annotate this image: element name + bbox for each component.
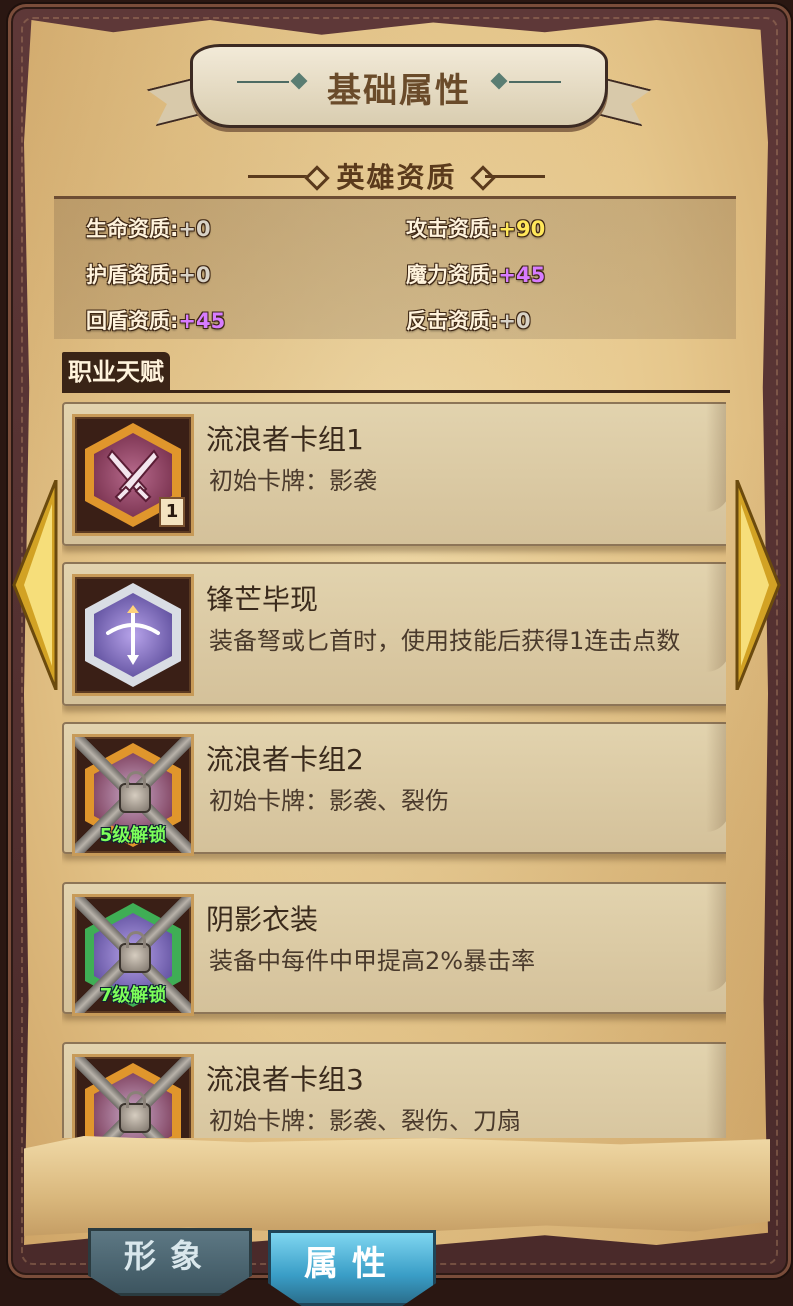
talent-description: 初始卡牌：影袭	[209, 467, 377, 495]
lock-icon	[119, 1091, 151, 1133]
lock-icon	[119, 931, 151, 973]
level-badge: 1	[159, 497, 185, 527]
section-divider	[62, 390, 730, 393]
talent-card[interactable]: 流浪者卡组3 初始卡牌：影袭、裂伤、刀扇	[62, 1042, 726, 1138]
hexagon-frame	[85, 583, 181, 687]
title-banner: 基础属性	[190, 44, 608, 128]
page-title: 基础属性	[327, 71, 471, 111]
talent-icon-frame: 1	[72, 414, 194, 536]
stat-shield-aptitude: 护盾资质:+0	[86, 263, 211, 287]
talent-icon-frame	[72, 1054, 194, 1138]
talent-list[interactable]: 1 流浪者卡组1 初始卡牌：影袭 锋芒毕现 装备弩或匕首时，使用技能后获得1连击…	[62, 402, 726, 1138]
talent-card[interactable]: 锋芒毕现 装备弩或匕首时，使用技能后获得1连击点数	[62, 562, 726, 706]
talent-title: 锋芒毕现	[206, 583, 319, 616]
arrow-right-icon[interactable]	[733, 480, 781, 690]
stat-attack-aptitude: 攻击资质:+90	[406, 217, 546, 241]
tab-appearance[interactable]: 形象	[88, 1228, 252, 1296]
arrow-left-icon[interactable]	[12, 480, 60, 690]
stat-shield-regen-aptitude: 回盾资质:+45	[86, 309, 226, 333]
talent-title: 阴影衣装	[206, 903, 319, 936]
talent-card[interactable]: 5级解锁 流浪者卡组2 初始卡牌：影袭、裂伤	[62, 722, 726, 856]
talent-icon-frame: 7级解锁	[72, 894, 194, 1016]
talent-description: 装备中每件中甲提高2%暴击率	[209, 947, 536, 975]
talent-icon-frame	[72, 574, 194, 696]
talent-title: 流浪者卡组3	[206, 1063, 364, 1096]
tab-attributes[interactable]: 属性	[268, 1230, 436, 1306]
class-talent-heading: 职业天赋	[62, 352, 170, 390]
stat-life-aptitude: 生命资质:+0	[86, 217, 211, 241]
stat-counter-aptitude: 反击资质:+0	[406, 309, 531, 333]
parchment-bottom-curl	[24, 1136, 770, 1236]
talent-title: 流浪者卡组2	[206, 743, 364, 776]
aptitude-stats-panel: 生命资质:+0 攻击资质:+90 护盾资质:+0 魔力资质:+45 回盾资质:+…	[54, 196, 736, 339]
stat-magic-aptitude: 魔力资质:+45	[406, 263, 546, 287]
unlock-requirement: 7级解锁	[99, 985, 167, 1006]
talent-card[interactable]: 7级解锁 阴影衣装 装备中每件中甲提高2%暴击率	[62, 882, 726, 1016]
unlock-requirement: 5级解锁	[99, 825, 167, 846]
talent-title: 流浪者卡组1	[206, 423, 364, 456]
talent-description: 初始卡牌：影袭、裂伤	[209, 787, 449, 815]
talent-card[interactable]: 1 流浪者卡组1 初始卡牌：影袭	[62, 402, 726, 546]
lock-icon	[119, 771, 151, 813]
heading-ornament-line	[485, 175, 545, 178]
talent-icon-frame: 5级解锁	[72, 734, 194, 856]
talent-description: 装备弩或匕首时，使用技能后获得1连击点数	[209, 627, 681, 655]
aptitude-heading: 英雄资质	[336, 161, 457, 194]
banner-ornament-line	[509, 81, 561, 83]
talent-description: 初始卡牌：影袭、裂伤、刀扇	[209, 1107, 521, 1135]
crossbow-icon	[94, 593, 172, 677]
